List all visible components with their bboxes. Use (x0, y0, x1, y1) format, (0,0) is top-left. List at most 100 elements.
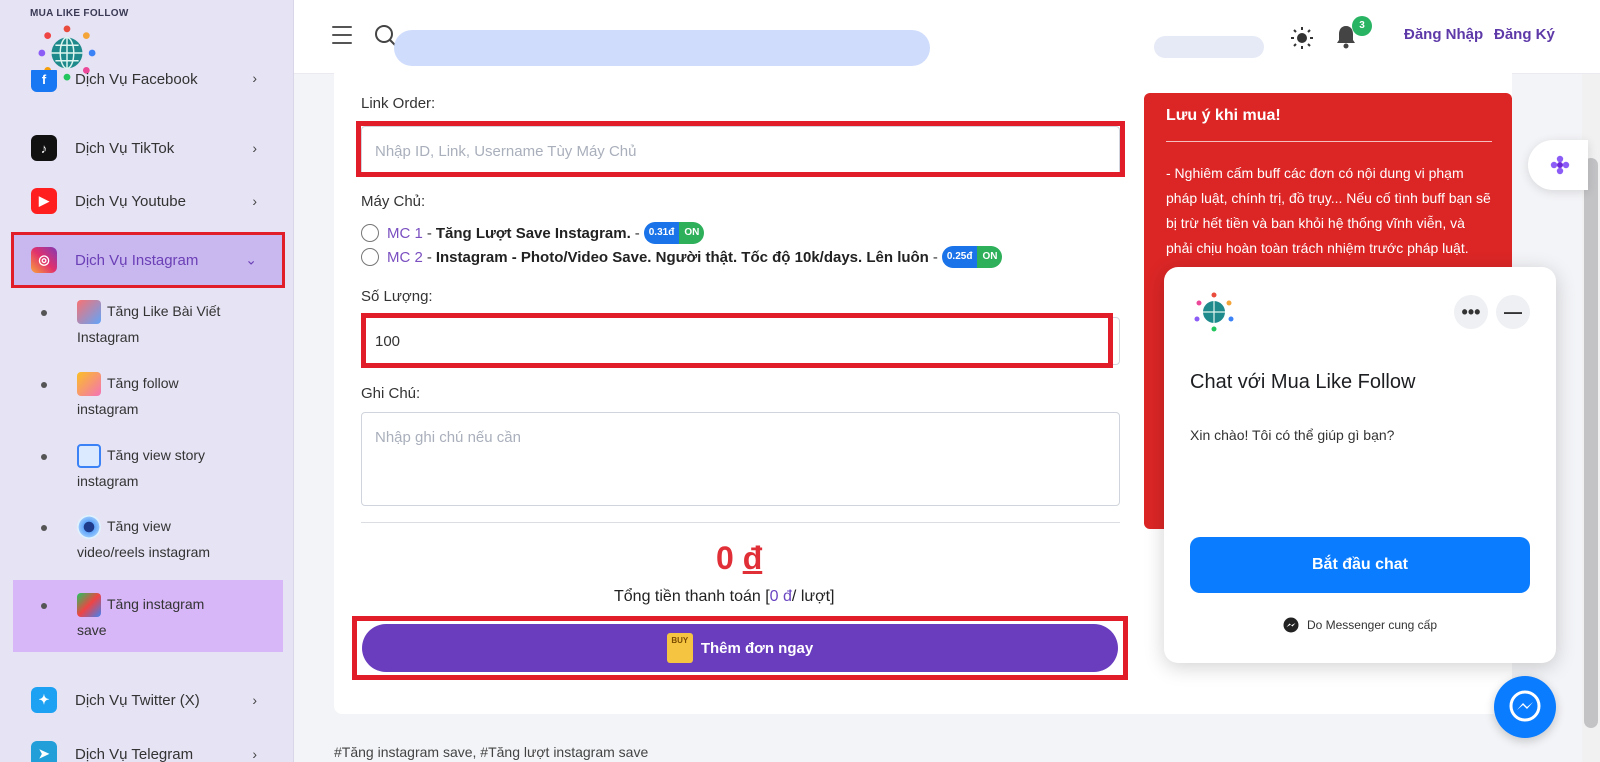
login-link[interactable]: Đăng Nhập (1404, 26, 1483, 43)
server-code: MC 2 (387, 248, 423, 266)
bullet-dot (41, 525, 47, 531)
radio-button[interactable] (361, 224, 379, 242)
notice-body: - Nghiêm cấm buff các đơn có nội dung vi… (1166, 165, 1491, 256)
hashtag-footer: #Tăng instagram save, #Tăng lượt instagr… (334, 744, 649, 760)
chevron-right-icon: › (252, 746, 257, 762)
price-badge: 0.31đ ON (643, 222, 705, 244)
blurred-element (1154, 36, 1264, 58)
server-option-1[interactable]: MC 1 - Tăng Lượt Save Instagram. - 0.31đ… (361, 222, 705, 244)
sub-item-label: Tăng Like Bài Viết (107, 303, 221, 319)
server-code: MC 1 (387, 224, 423, 242)
sidebar-item-instagram[interactable]: ◎ Dịch Vụ Instagram ⌄ (11, 232, 285, 288)
sidebar-item-youtube[interactable]: ▶ Dịch Vụ Youtube › (13, 175, 283, 227)
total-payment-text: Tổng tiền thanh toán [0 đ/ lượt] (614, 588, 834, 606)
divider (361, 522, 1120, 523)
sidebar-item-label: Dịch Vụ Instagram (75, 251, 199, 269)
blurred-search-bar[interactable] (394, 30, 930, 66)
server-option-2[interactable]: MC 2 - Instagram - Photo/Video Save. Ngư… (361, 246, 1003, 268)
chevron-right-icon: › (252, 70, 257, 86)
server-label: Máy Chủ: (361, 193, 426, 210)
total-text-prefix: Tổng tiền thanh toán [ (614, 588, 770, 605)
scrollbar-thumb[interactable] (1584, 158, 1598, 728)
server-separator: - (634, 224, 640, 242)
note-label: Ghi Chú: (361, 385, 421, 402)
youtube-icon: ▶ (31, 188, 57, 214)
sub-item-label: Tăng view story (107, 447, 206, 463)
sidebar-item-label: Dịch Vụ Facebook (75, 70, 198, 88)
chat-greeting: Xin chào! Tôi có thể giúp gì bạn? (1190, 427, 1395, 443)
twitter-icon: ✦ (31, 687, 57, 713)
start-chat-button[interactable]: Bắt đầu chat (1190, 537, 1530, 593)
server-description: Instagram - Photo/Video Save. Người thật… (435, 248, 929, 266)
followers-icon (77, 372, 101, 397)
instagram-icon: ◎ (31, 247, 57, 273)
highlight-frame-quantity (361, 313, 1113, 368)
chevron-right-icon: › (252, 193, 257, 209)
eye-icon (77, 515, 101, 540)
highlight-frame-link (356, 121, 1125, 177)
facebook-icon: f (31, 70, 57, 92)
sub-item-label-2: Instagram (77, 329, 140, 346)
chevron-right-icon: › (252, 140, 257, 156)
total-amount: 0 đ (716, 540, 762, 577)
sidebar: MUA LIKE FOLLOW f Dịch Vụ Facebook › ♪ D… (0, 0, 294, 762)
link-order-label: Link Order: (361, 95, 436, 112)
price-value: 0.31đ (643, 222, 680, 244)
sidebar-item-facebook[interactable]: f Dịch Vụ Facebook › (13, 70, 283, 110)
sub-item-follow[interactable]: Tăng follow instagram (13, 370, 283, 422)
sub-item-label: Tăng view (107, 518, 171, 534)
note-textarea[interactable]: Nhập ghi chú nếu cần (361, 412, 1120, 506)
floating-settings-button[interactable] (1528, 140, 1588, 190)
radio-button[interactable] (361, 248, 379, 266)
register-link[interactable]: Đăng Ký (1494, 26, 1555, 43)
sub-item-save[interactable]: Tăng instagram save (13, 580, 283, 652)
highlight-frame-submit (352, 616, 1128, 680)
sun-theme-icon[interactable] (1290, 26, 1314, 50)
messenger-icon (1283, 617, 1299, 633)
bullet-dot (41, 382, 47, 388)
messenger-fab-button[interactable] (1494, 676, 1556, 738)
sidebar-item-twitter[interactable]: ✦ Dịch Vụ Twitter (X) › (13, 674, 283, 726)
bullet-dot (41, 310, 47, 316)
notice-title: Lưu ý khi mua! (1166, 107, 1281, 124)
like-phone-icon (77, 300, 101, 325)
sidebar-item-tiktok[interactable]: ♪ Dịch Vụ TikTok › (13, 122, 283, 174)
sidebar-item-telegram[interactable]: ➤ Dịch Vụ Telegram › (13, 728, 283, 762)
sub-item-reels[interactable]: Tăng view video/reels instagram (13, 513, 283, 565)
chat-title: Chat với Mua Like Follow (1190, 371, 1416, 393)
sub-item-label: Tăng follow (107, 375, 179, 391)
total-amount-value: 0 (716, 540, 734, 576)
tiktok-icon: ♪ (31, 135, 57, 161)
sidebar-item-label: Dịch Vụ TikTok (75, 139, 175, 157)
messenger-icon (1509, 690, 1541, 722)
hamburger-menu-icon[interactable] (332, 26, 352, 44)
status-on: ON (977, 246, 1003, 268)
chevron-down-icon: ⌄ (245, 251, 257, 268)
sub-item-story[interactable]: Tăng view story instagram (13, 442, 283, 494)
chat-minimize-button[interactable]: — (1496, 295, 1530, 329)
server-separator: - (426, 248, 432, 266)
chat-more-button[interactable]: ••• (1454, 295, 1488, 329)
sub-item-label-2: instagram (77, 401, 139, 418)
chat-logo-icon (1194, 292, 1234, 332)
chat-footer-text: Do Messenger cung cấp (1306, 618, 1438, 632)
brand-logo[interactable]: MUA LIKE FOLLOW (30, 8, 129, 81)
sidebar-item-label: Dịch Vụ Telegram (75, 745, 194, 762)
bullet-dot (41, 454, 47, 460)
total-text-suffix: / lượt] (791, 588, 835, 605)
total-text-value: 0 đ (769, 588, 792, 605)
notice-divider (1166, 141, 1492, 142)
save-collage-icon (77, 593, 101, 618)
sub-item-label: Tăng instagram (107, 596, 205, 612)
sub-item-like[interactable]: Tăng Like Bài Viết Instagram (13, 298, 283, 350)
sidebar-item-label: Dịch Vụ Twitter (X) (75, 691, 200, 709)
sub-item-label-2: video/reels instagram (77, 544, 211, 561)
sidebar-item-label: Dịch Vụ Youtube (75, 192, 186, 210)
telegram-icon: ➤ (31, 741, 57, 762)
chat-widget: ••• — Chat với Mua Like Follow Xin chào!… (1164, 267, 1556, 663)
price-value: 0.25đ (941, 246, 978, 268)
status-on: ON (679, 222, 705, 244)
top-header: 3 Đăng Nhập Đăng Ký (294, 0, 1600, 74)
server-separator: - (932, 248, 938, 266)
sub-item-label-2: instagram (77, 473, 139, 490)
